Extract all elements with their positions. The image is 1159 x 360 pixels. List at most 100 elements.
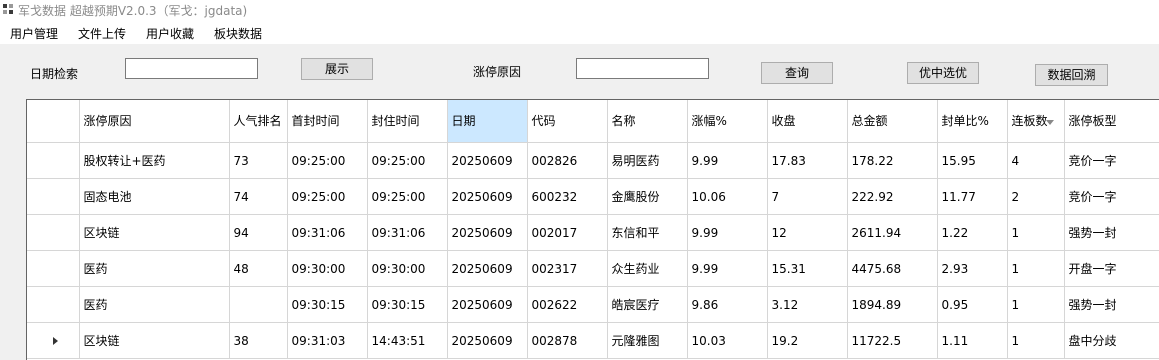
cell-total-amount[interactable]: 222.92: [847, 178, 938, 215]
cell-consecutive-limits[interactable]: 1: [1007, 322, 1065, 359]
table-row[interactable]: 区块链 94 09:31:06 09:31:06 20250609 002017…: [27, 214, 1159, 251]
cell-change-pct[interactable]: 9.99: [687, 250, 768, 287]
cell-seal-ratio[interactable]: 2.93: [937, 250, 1008, 287]
cell-consecutive-limits[interactable]: 1: [1007, 214, 1065, 251]
table-row-current[interactable]: 区块链 38 09:31:03 14:43:51 20250609 002878…: [27, 322, 1159, 359]
cell-first-seal-time[interactable]: 09:31:06: [287, 214, 368, 251]
select-best-button[interactable]: 优中选优: [907, 62, 979, 84]
cell-close[interactable]: 17.83: [767, 142, 848, 179]
cell-change-pct[interactable]: 10.06: [687, 178, 768, 215]
cell-limit-type[interactable]: 强势一封: [1064, 286, 1159, 323]
col-header-close[interactable]: 收盘: [767, 100, 848, 143]
cell-close[interactable]: 3.12: [767, 286, 848, 323]
cell-date[interactable]: 20250609: [447, 214, 528, 251]
row-header[interactable]: [27, 142, 80, 179]
cell-consecutive-limits[interactable]: 1: [1007, 286, 1065, 323]
cell-code[interactable]: 002017: [527, 214, 608, 251]
row-header[interactable]: [27, 322, 80, 359]
cell-popularity-rank[interactable]: 73: [229, 142, 288, 179]
cell-sealed-time[interactable]: 14:43:51: [367, 322, 448, 359]
cell-change-pct[interactable]: 9.99: [687, 142, 768, 179]
query-button[interactable]: 查询: [761, 62, 833, 84]
stock-data-grid[interactable]: 涨停原因 人气排名 首封时间 封住时间 日期 代码 名称 涨幅% 收盘 总金额 …: [26, 99, 1159, 360]
cell-close[interactable]: 15.31: [767, 250, 848, 287]
cell-limit-type[interactable]: 开盘一字: [1064, 250, 1159, 287]
col-header-consecutive-limits[interactable]: 连板数: [1007, 100, 1065, 143]
cell-date[interactable]: 20250609: [447, 178, 528, 215]
col-header-change-pct[interactable]: 涨幅%: [687, 100, 768, 143]
cell-limit-reason[interactable]: 固态电池: [79, 178, 230, 215]
cell-date[interactable]: 20250609: [447, 322, 528, 359]
cell-popularity-rank[interactable]: 38: [229, 322, 288, 359]
cell-code[interactable]: 002622: [527, 286, 608, 323]
date-search-input[interactable]: [125, 58, 258, 79]
menu-user-management[interactable]: 用户管理: [10, 25, 58, 42]
limit-reason-input[interactable]: [576, 58, 709, 79]
cell-first-seal-time[interactable]: 09:30:00: [287, 250, 368, 287]
cell-total-amount[interactable]: 4475.68: [847, 250, 938, 287]
cell-name[interactable]: 皓宸医疗: [607, 286, 688, 323]
menu-file-upload[interactable]: 文件上传: [78, 25, 126, 42]
cell-seal-ratio[interactable]: 0.95: [937, 286, 1008, 323]
col-header-sealed-time[interactable]: 封住时间: [367, 100, 448, 143]
col-header-limit-reason[interactable]: 涨停原因: [79, 100, 230, 143]
menu-sector-data[interactable]: 板块数据: [214, 25, 262, 42]
col-header-date[interactable]: 日期: [447, 100, 528, 143]
cell-popularity-rank[interactable]: 74: [229, 178, 288, 215]
cell-first-seal-time[interactable]: 09:25:00: [287, 142, 368, 179]
cell-limit-type[interactable]: 竞价一字: [1064, 178, 1159, 215]
cell-limit-type[interactable]: 竞价一字: [1064, 142, 1159, 179]
cell-change-pct[interactable]: 9.86: [687, 286, 768, 323]
cell-seal-ratio[interactable]: 15.95: [937, 142, 1008, 179]
row-header[interactable]: [27, 250, 80, 287]
row-header[interactable]: [27, 286, 80, 323]
col-header-name[interactable]: 名称: [607, 100, 688, 143]
row-header-corner[interactable]: [27, 100, 80, 143]
cell-name[interactable]: 元隆雅图: [607, 322, 688, 359]
cell-name[interactable]: 众生药业: [607, 250, 688, 287]
col-header-total-amount[interactable]: 总金额: [847, 100, 938, 143]
menu-user-favorites[interactable]: 用户收藏: [146, 25, 194, 42]
cell-limit-type[interactable]: 盘中分歧: [1064, 322, 1159, 359]
cell-seal-ratio[interactable]: 1.22: [937, 214, 1008, 251]
cell-total-amount[interactable]: 1894.89: [847, 286, 938, 323]
table-row[interactable]: 固态电池 74 09:25:00 09:25:00 20250609 60023…: [27, 178, 1159, 215]
col-header-limit-type[interactable]: 涨停板型: [1064, 100, 1159, 143]
cell-total-amount[interactable]: 2611.94: [847, 214, 938, 251]
cell-date[interactable]: 20250609: [447, 286, 528, 323]
cell-change-pct[interactable]: 10.03: [687, 322, 768, 359]
cell-limit-reason[interactable]: 区块链: [79, 322, 230, 359]
cell-limit-type[interactable]: 强势一封: [1064, 214, 1159, 251]
cell-date[interactable]: 20250609: [447, 142, 528, 179]
cell-sealed-time[interactable]: 09:25:00: [367, 178, 448, 215]
cell-sealed-time[interactable]: 09:31:06: [367, 214, 448, 251]
cell-total-amount[interactable]: 11722.5: [847, 322, 938, 359]
cell-first-seal-time[interactable]: 09:31:03: [287, 322, 368, 359]
col-header-first-seal-time[interactable]: 首封时间: [287, 100, 368, 143]
cell-close[interactable]: 19.2: [767, 322, 848, 359]
cell-name[interactable]: 金鹰股份: [607, 178, 688, 215]
cell-name[interactable]: 易明医药: [607, 142, 688, 179]
cell-limit-reason[interactable]: 医药: [79, 286, 230, 323]
cell-consecutive-limits[interactable]: 4: [1007, 142, 1065, 179]
cell-sealed-time[interactable]: 09:25:00: [367, 142, 448, 179]
cell-consecutive-limits[interactable]: 2: [1007, 178, 1065, 215]
table-row[interactable]: 股权转让+医药 73 09:25:00 09:25:00 20250609 00…: [27, 142, 1159, 179]
cell-limit-reason[interactable]: 股权转让+医药: [79, 142, 230, 179]
cell-first-seal-time[interactable]: 09:25:00: [287, 178, 368, 215]
row-header[interactable]: [27, 214, 80, 251]
show-button[interactable]: 展示: [301, 58, 373, 80]
cell-total-amount[interactable]: 178.22: [847, 142, 938, 179]
cell-code[interactable]: 002878: [527, 322, 608, 359]
cell-name[interactable]: 东信和平: [607, 214, 688, 251]
col-header-code[interactable]: 代码: [527, 100, 608, 143]
cell-code[interactable]: 600232: [527, 178, 608, 215]
cell-consecutive-limits[interactable]: 1: [1007, 250, 1065, 287]
col-header-popularity-rank[interactable]: 人气排名: [229, 100, 288, 143]
table-row[interactable]: 医药 09:30:15 09:30:15 20250609 002622 皓宸医…: [27, 286, 1159, 323]
cell-limit-reason[interactable]: 区块链: [79, 214, 230, 251]
cell-sealed-time[interactable]: 09:30:15: [367, 286, 448, 323]
col-header-seal-ratio[interactable]: 封单比%: [937, 100, 1008, 143]
cell-date[interactable]: 20250609: [447, 250, 528, 287]
cell-code[interactable]: 002317: [527, 250, 608, 287]
